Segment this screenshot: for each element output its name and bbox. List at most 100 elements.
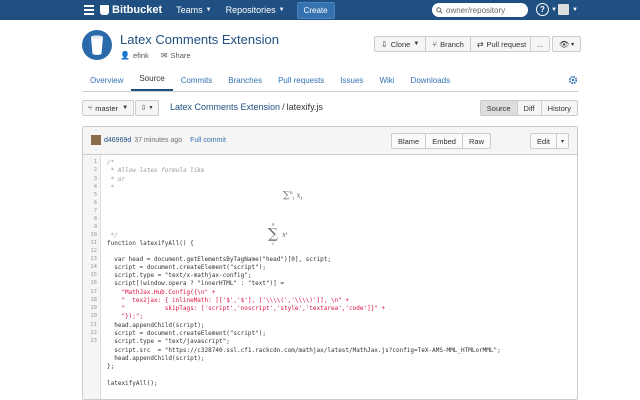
line-number[interactable]: 6	[94, 200, 97, 207]
nav-repositories[interactable]: Repositories ▼	[226, 5, 285, 15]
chevron-down-icon: ▼	[148, 105, 154, 111]
display-math-formula: n ∑ xi i	[266, 222, 287, 247]
tab-wiki[interactable]: Wiki	[371, 76, 402, 91]
more-actions: ...	[530, 36, 551, 52]
line-number[interactable]: 1	[94, 159, 97, 166]
commit-time: 37 minutes ago	[134, 136, 183, 144]
gear-icon[interactable]	[568, 75, 578, 85]
edit-button[interactable]: Edit	[531, 134, 557, 148]
pull-request-icon: ⇄	[476, 39, 484, 49]
branch-icon: ⑂	[88, 104, 93, 112]
chevron-down-icon: ▼	[278, 7, 285, 13]
clone-button[interactable]: ⇩ Clone ▼	[375, 37, 427, 51]
line-number[interactable]: 12	[90, 248, 97, 255]
line-number[interactable]: 19	[90, 305, 97, 312]
code-line: " skipTags: ['script','noscript','style'…	[107, 305, 386, 312]
code-line: *	[107, 184, 115, 191]
breadcrumb-separator: /	[282, 102, 285, 112]
chevron-down-icon[interactable]: ▼	[572, 7, 578, 13]
breadcrumb-repo-link[interactable]: Latex Comments Extension	[170, 102, 280, 112]
branch-icon: ⑂	[432, 39, 438, 49]
branch-selector[interactable]: ⑂ master ▼	[82, 100, 135, 116]
tab-downloads[interactable]: Downloads	[403, 76, 459, 91]
branch-button[interactable]: ⑂ Branch	[426, 37, 471, 51]
search-input[interactable]: owner/repository	[432, 3, 528, 17]
more-button[interactable]: ...	[531, 37, 549, 51]
code-line: function latexifyAll() {	[107, 240, 194, 247]
blame-button[interactable]: Blame	[392, 134, 427, 148]
embed-button[interactable]: Embed	[426, 134, 463, 148]
user-icon: 👤	[120, 51, 130, 60]
menu-icon[interactable]	[84, 4, 94, 16]
line-number[interactable]: 16	[90, 280, 97, 287]
line-number[interactable]: 18	[90, 297, 97, 304]
line-number[interactable]: 9	[94, 224, 97, 231]
user-avatar[interactable]	[558, 4, 569, 15]
sum-lower-limit: i	[292, 195, 295, 202]
line-number[interactable]: 8	[94, 216, 97, 223]
line-number[interactable]: 11	[90, 240, 97, 247]
pull-request-label: Pull request	[486, 39, 527, 49]
raw-button[interactable]: Raw	[463, 134, 490, 148]
line-number[interactable]: 7	[94, 208, 97, 215]
line-number[interactable]: 13	[90, 256, 97, 263]
source-view-button[interactable]: Source	[480, 101, 518, 115]
download-button[interactable]: ⇩ ▼	[135, 100, 159, 116]
code-line: "});";	[107, 313, 144, 320]
pull-request-button[interactable]: ⇄ Pull request	[471, 37, 532, 51]
tab-issues[interactable]: Issues	[332, 76, 371, 91]
repository-avatar	[82, 30, 112, 60]
bitbucket-logo[interactable]: Bitbucket	[100, 4, 162, 16]
help-icon[interactable]: ?	[536, 3, 549, 16]
line-number[interactable]: 20	[90, 313, 97, 320]
edit-dropdown[interactable]: ▾	[557, 134, 568, 148]
diff-view-button[interactable]: Diff	[518, 101, 542, 115]
chevron-down-icon[interactable]: ▼	[551, 7, 557, 13]
line-number[interactable]: 17	[90, 289, 97, 296]
line-number[interactable]: 15	[90, 272, 97, 279]
watch-caret: ▾	[571, 41, 575, 48]
share-label: Share	[170, 51, 191, 60]
tab-branches[interactable]: Branches	[220, 76, 270, 91]
share-link[interactable]: ✉ Share	[161, 51, 191, 60]
repository-title[interactable]: Latex Comments Extension	[120, 32, 279, 47]
download-icon: ⇩	[381, 39, 388, 49]
line-number[interactable]: 5	[94, 192, 97, 199]
download-icon: ⇩	[140, 105, 147, 112]
nav-repositories-label: Repositories	[225, 5, 276, 15]
history-view-button[interactable]: History	[542, 101, 577, 115]
line-number[interactable]: 4	[94, 184, 97, 191]
repository-tabs: Overview Source Commits Branches Pull re…	[82, 70, 578, 92]
inline-math-formula: ∑ni xi	[283, 190, 302, 202]
share-icon: ✉	[160, 51, 168, 60]
tab-pull-requests[interactable]: Pull requests	[270, 76, 332, 91]
line-number[interactable]: 10	[90, 232, 97, 239]
line-number[interactable]: 22	[90, 330, 97, 337]
repository-actions: ⇩ Clone ▼ ⑂ Branch ⇄ Pull request	[374, 36, 534, 52]
math-variable-subscript: i	[300, 195, 303, 202]
code-line: script[(window.opera ? "innerHTML" : "te…	[107, 280, 285, 287]
nav-teams[interactable]: Teams ▼	[176, 5, 211, 15]
line-number[interactable]: 23	[90, 338, 97, 345]
last-commit: d46969d 37 minutes ago Full commit	[91, 135, 226, 145]
chevron-down-icon: ▼	[205, 7, 212, 13]
repository-owner[interactable]: 👤 efink	[120, 51, 149, 60]
file-viewer: d46969d 37 minutes ago Full commit Blame…	[82, 126, 578, 400]
line-number[interactable]: 14	[90, 264, 97, 271]
chevron-down-icon: ▼	[122, 105, 129, 111]
watch-actions: 👁 ▾	[552, 36, 582, 52]
source-toolbar: ⑂ master ▼ ⇩ ▼ Latex Comments Extension / l…	[82, 100, 578, 116]
commit-hash[interactable]: d46969d	[104, 137, 131, 144]
tab-overview[interactable]: Overview	[82, 76, 131, 91]
watch-button[interactable]: 👁 ▾	[553, 37, 580, 51]
code-line: head.appendChild(script);	[107, 355, 205, 362]
tab-commits[interactable]: Commits	[173, 76, 221, 91]
line-number[interactable]: 3	[94, 176, 97, 183]
full-commit-link[interactable]: Full commit	[190, 137, 226, 144]
create-button[interactable]: Create	[296, 1, 335, 19]
repository-meta: 👤 efink ✉ Share	[120, 51, 203, 60]
tab-source[interactable]: Source	[131, 74, 173, 91]
file-header: d46969d 37 minutes ago Full commit Blame…	[83, 127, 577, 155]
line-number[interactable]: 2	[94, 167, 97, 174]
line-number[interactable]: 21	[90, 322, 97, 329]
